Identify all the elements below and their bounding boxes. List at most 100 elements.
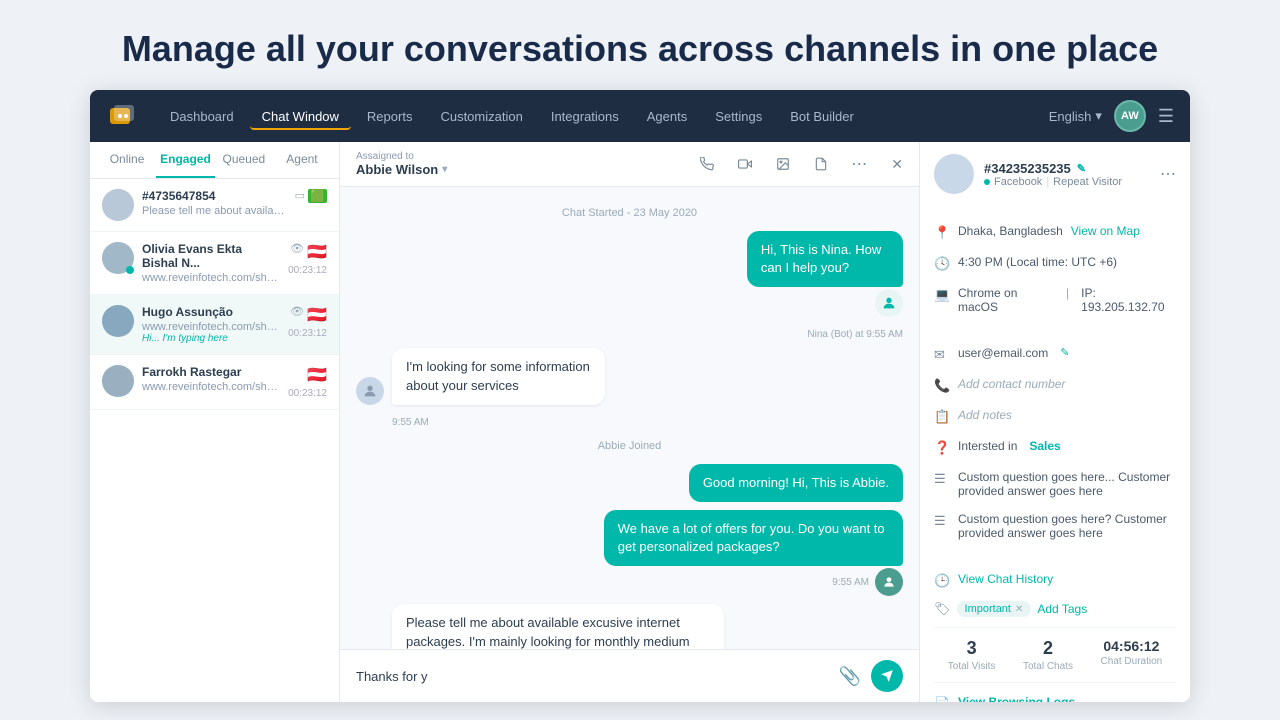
user-avatar[interactable]: AW [1114,100,1146,132]
total-visits-label: Total Visits [948,661,996,672]
eye-icon: 👁 [290,305,304,325]
image-button[interactable] [769,150,797,178]
phone-icon: 📞 [934,378,950,394]
note-button[interactable] [807,150,835,178]
chat-list: #4735647854 Please tell me about availab… [90,179,339,702]
agent-avatar [875,568,903,596]
sidebar-tabs: Online Engaged Queued Agent [90,142,339,179]
chat-info: Hugo Assunção www.reveinfotech.com/shad/… [142,305,280,344]
more-button[interactable]: ⋯ [845,150,873,178]
chat-preview: www.reveinfotech.com/shad/ [142,272,280,284]
custom-q1: ☰ Custom question goes here... Customer … [934,468,1176,500]
phone-info: 📞 Add contact number [934,375,1176,396]
agent-name: Abbie Wilson ▾ [356,162,447,177]
attach-icon[interactable]: 📎 [839,666,861,687]
visitor-avatar [934,154,974,194]
tab-queued[interactable]: Queued [215,142,273,178]
message-row: I'm looking for some information about y… [356,348,903,404]
add-notes[interactable]: Add notes [958,408,1012,422]
flag-icon: 🇦🇹 [307,305,327,325]
chat-input-area: 📎 [340,649,919,702]
bot-avatar [875,289,903,317]
chat-meta: 🇦🇹 00:23:12 [288,365,327,399]
chat-item[interactable]: Olivia Evans Ekta Bishal N... www.revein… [90,232,339,295]
nav-dashboard[interactable]: Dashboard [158,103,246,130]
browsing-section: 📄 View Browsing Logs Visiting now: _reve… [934,693,1176,702]
add-tags-button[interactable]: Add Tags [1037,602,1087,616]
chat-name: Hugo Assunção [142,305,280,319]
chat-meta: ▭ 🟩 [295,189,327,203]
video-button[interactable] [731,150,759,178]
nav-bot-builder[interactable]: Bot Builder [778,103,866,130]
nav-reports[interactable]: Reports [355,103,425,130]
flag-icon: 🇦🇹 [307,242,327,262]
view-browsing-logs-link[interactable]: View Browsing Logs [958,695,1075,702]
list-icon: ☰ [934,513,950,529]
email-icon: ✉ [934,347,950,363]
menu-icon[interactable]: ☰ [1158,106,1174,127]
chat-info: Olivia Evans Ekta Bishal N... www.revein… [142,242,280,284]
chat-icons: 🇦🇹 [307,365,327,385]
view-map-link[interactable]: View on Map [1071,224,1140,238]
tab-agent[interactable]: Agent [273,142,331,178]
chat-name: #4735647854 [142,189,287,203]
messages-container: Chat Started - 23 May 2020 Hi, This is N… [340,187,919,649]
message-bubble: I'm looking for some information about y… [392,348,605,404]
chat-time: 00:23:12 [288,328,327,339]
browse-icon: 📄 [934,696,950,702]
chat-item[interactable]: #4735647854 Please tell me about availab… [90,179,339,232]
chat-info: Farrokh Rastegar www.reveinfotech.com/sh… [142,365,280,393]
message-row: Please tell me about available excusive … [356,604,903,649]
chat-time: 00:23:12 [288,265,327,276]
flag-icon: 🇦🇹 [307,365,327,385]
system-message: Chat Started - 23 May 2020 [356,207,903,219]
chat-actions: ⋯ ✕ [693,150,903,178]
time-info: 🕓 4:30 PM (Local time: UTC +6) [934,253,1176,274]
chat-area: Assaigned to Abbie Wilson ▾ [340,142,920,702]
chevron-down-icon[interactable]: ▾ [442,164,447,175]
main-layout: Online Engaged Queued Agent #4735647854 … [90,142,1190,702]
chat-name: Olivia Evans Ekta Bishal N... [142,242,280,270]
avatar [102,242,134,274]
hero-title: Manage all your conversations across cha… [20,28,1260,70]
nav-settings[interactable]: Settings [703,103,774,130]
notes-icon: 📋 [934,409,950,425]
message-row: Hi, This is Nina. How can I help you? [356,231,903,317]
view-chat-history-link[interactable]: View Chat History [958,572,1053,586]
nav-customization[interactable]: Customization [428,103,534,130]
visitor-info: #34235235235 ✎ Facebook | Repeat Visitor [984,161,1150,188]
navbar-right: English ▾ AW ☰ [1049,100,1174,132]
browser-info: 💻 Chrome on macOS | IP: 193.205.132.70 [934,284,1176,316]
nav-chat-window[interactable]: Chat Window [250,103,351,130]
nav-links: Dashboard Chat Window Reports Customizat… [158,103,1049,130]
language-selector[interactable]: English ▾ [1049,108,1102,124]
send-button[interactable] [871,660,903,692]
history-icon: 🕒 [934,573,950,589]
total-chats-label: Total Chats [1023,661,1073,672]
chat-duration-value: 04:56:12 [1101,638,1163,654]
chat-item[interactable]: Hugo Assunção www.reveinfotech.com/shad/… [90,295,339,355]
visitor-id: #34235235235 ✎ [984,161,1150,176]
browsing-logs-row: 📄 View Browsing Logs [934,693,1176,702]
total-visits-value: 3 [948,638,996,659]
tag-icon: 🏷 [934,601,951,617]
tab-engaged[interactable]: Engaged [156,142,215,178]
close-button[interactable]: ✕ [891,156,903,173]
phone-button[interactable] [693,150,721,178]
chat-input[interactable] [356,669,829,684]
app-logo [106,98,142,134]
nav-agents[interactable]: Agents [635,103,699,130]
assigned-info: Assaigned to Abbie Wilson ▾ [356,151,447,177]
app-container: Dashboard Chat Window Reports Customizat… [90,90,1190,702]
tags-row: 🏷 Important ✕ Add Tags [934,601,1176,617]
edit-email-icon[interactable]: ✎ [1060,346,1069,359]
tab-online[interactable]: Online [98,142,156,178]
online-indicator [984,179,990,185]
nav-integrations[interactable]: Integrations [539,103,631,130]
add-phone[interactable]: Add contact number [958,377,1065,391]
chat-item[interactable]: Farrokh Rastegar www.reveinfotech.com/sh… [90,355,339,410]
more-options-button[interactable]: ⋯ [1160,164,1176,184]
remove-tag-button[interactable]: ✕ [1015,604,1023,615]
edit-icon[interactable]: ✎ [1077,162,1086,175]
monitor-icon: ▭ [295,189,305,203]
